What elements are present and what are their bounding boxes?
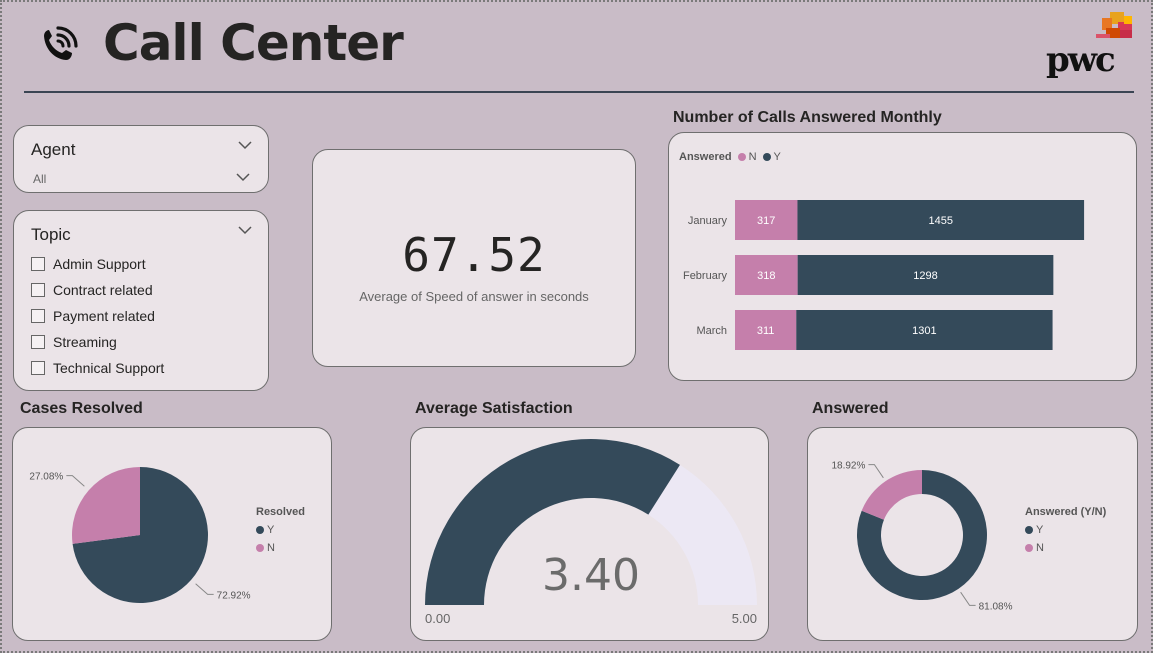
- data-label: 1298: [913, 270, 937, 282]
- topic-item-contract-related[interactable]: Contract related: [31, 277, 164, 303]
- answered-title: Answered: [812, 400, 889, 417]
- legend-label: Y: [267, 524, 275, 536]
- data-label: 27.08%: [29, 472, 63, 483]
- legend-dot: [256, 544, 264, 552]
- data-label: 81.08%: [979, 601, 1013, 612]
- category-label: January: [688, 215, 728, 227]
- legend-title: Resolved: [256, 506, 305, 518]
- avg-satisfaction-gauge: 3.40 0.00 5.00: [410, 427, 769, 641]
- data-label: 1455: [929, 215, 953, 227]
- checkbox[interactable]: [31, 283, 45, 297]
- kpi-label: Average of Speed of answer in seconds: [359, 289, 589, 304]
- logo-wordmark: pwc: [1046, 40, 1116, 80]
- data-label: 318: [757, 270, 775, 282]
- legend-item-n: N: [256, 542, 299, 554]
- cases-resolved-title: Cases Resolved: [20, 400, 143, 417]
- collapse-chevron-icon[interactable]: [238, 225, 252, 235]
- checkbox[interactable]: [31, 335, 45, 349]
- legend-label: N: [267, 542, 275, 554]
- page-title: Call Center: [103, 14, 404, 72]
- leader-line: [960, 591, 976, 606]
- monthly-calls-title: Number of Calls Answered Monthly: [673, 109, 942, 126]
- topic-label: Streaming: [53, 334, 117, 350]
- gauge-svg: 3.40 0.00 5.00: [425, 438, 757, 626]
- kpi-value: 67.52: [402, 228, 546, 282]
- legend-item-y: Y: [256, 524, 299, 536]
- checkbox[interactable]: [31, 257, 45, 271]
- header-divider: [24, 91, 1134, 93]
- cases-resolved-legend: Resolved Y N: [256, 506, 305, 560]
- gauge-min-label: 0.00: [425, 611, 450, 626]
- checkbox[interactable]: [31, 361, 45, 375]
- category-label: March: [696, 325, 727, 337]
- data-label: 317: [757, 215, 775, 227]
- speed-of-answer-kpi-card: 67.52 Average of Speed of answer in seco…: [312, 149, 636, 367]
- chevron-down-icon[interactable]: [236, 172, 250, 182]
- topic-label: Technical Support: [53, 360, 165, 376]
- legend-title: Answered (Y/N): [1025, 506, 1107, 518]
- leader-line: [66, 475, 85, 487]
- gauge-value: 3.40: [542, 550, 640, 601]
- legend-dot: [1025, 544, 1033, 552]
- data-label: 1301: [912, 325, 936, 337]
- legend-label: N: [1036, 542, 1044, 554]
- topic-item-admin-support[interactable]: Admin Support: [31, 251, 164, 277]
- topic-item-technical-support[interactable]: Technical Support: [31, 355, 164, 381]
- agent-slicer-title: Agent: [31, 140, 76, 159]
- topic-slicer: Topic Admin Support Contract related Pay…: [13, 210, 269, 391]
- agent-slicer[interactable]: Agent All: [13, 125, 269, 193]
- legend-label: Y: [1036, 524, 1044, 536]
- agent-dropdown-value[interactable]: All: [33, 172, 46, 186]
- answered-chart: 81.08% 18.92% Answered (Y/N) Y N: [807, 427, 1138, 641]
- legend-dot: [1025, 526, 1033, 534]
- data-label: 72.92%: [217, 590, 251, 601]
- topic-item-payment-related[interactable]: Payment related: [31, 303, 164, 329]
- topic-slicer-title: Topic: [31, 225, 71, 244]
- topic-label: Payment related: [53, 308, 155, 324]
- pwc-logo: pwc: [1040, 8, 1140, 80]
- avg-satisfaction-title: Average Satisfaction: [415, 400, 573, 417]
- topic-item-streaming[interactable]: Streaming: [31, 329, 164, 355]
- pie-slice-n: [72, 467, 140, 544]
- topic-label: Contract related: [53, 282, 153, 298]
- monthly-calls-chart: Answered N Y January 317 1455 February 318 12…: [668, 132, 1137, 381]
- collapse-chevron-icon[interactable]: [238, 140, 252, 150]
- legend-dot: [256, 526, 264, 534]
- legend-item-n: N: [1025, 542, 1100, 554]
- legend-item-y: Y: [1025, 524, 1100, 536]
- gauge-max-label: 5.00: [732, 611, 757, 626]
- data-label: 311: [757, 325, 775, 337]
- leader-line: [868, 464, 884, 479]
- cases-resolved-chart: 72.92% 27.08% Resolved Y N: [12, 427, 332, 641]
- category-label: February: [683, 270, 728, 282]
- data-label: 18.92%: [831, 461, 865, 472]
- leader-line: [195, 583, 214, 595]
- answered-legend: Answered (Y/N) Y N: [1025, 506, 1106, 560]
- topic-label: Admin Support: [53, 256, 146, 272]
- topic-list: Admin Support Contract related Payment r…: [31, 251, 164, 381]
- bar-chart-svg: January 317 1455 February 318 1298 March 311 130…: [683, 200, 1085, 350]
- phone-ringing-icon: [44, 26, 78, 60]
- checkbox[interactable]: [31, 309, 45, 323]
- donut-slice-n: [861, 470, 922, 520]
